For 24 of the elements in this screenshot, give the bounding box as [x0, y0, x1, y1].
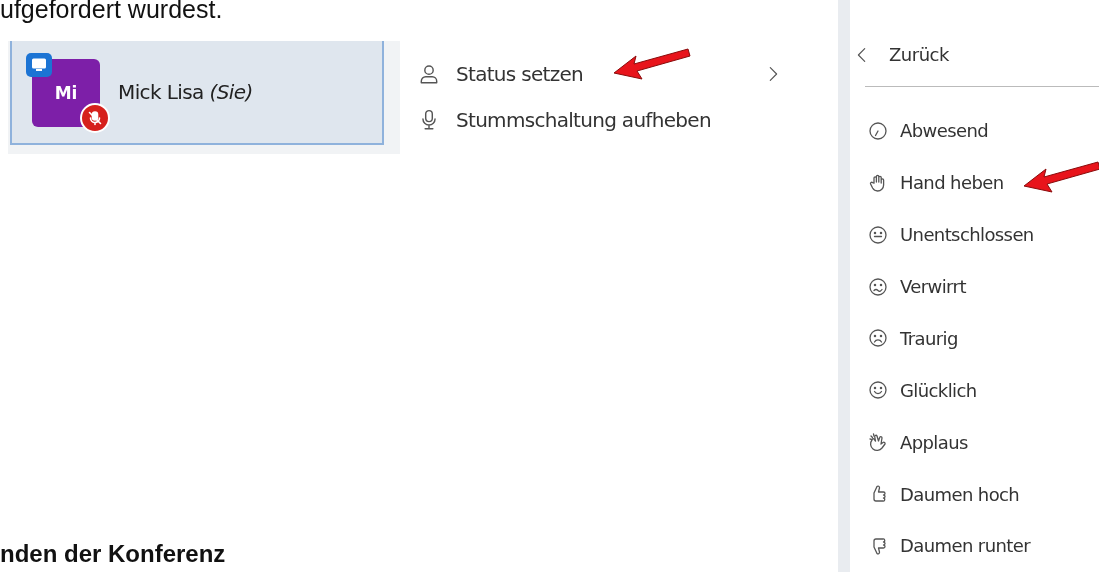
menu-item[interactable]: Hand heben [850, 156, 1099, 209]
menu-item[interactable]: Daumen runter [850, 520, 1099, 572]
menu-item[interactable]: Status setzen [418, 57, 800, 91]
menu-item[interactable]: Traurig [850, 312, 1099, 365]
menu-item[interactable]: Glücklich [850, 364, 1099, 417]
menu-item[interactable]: Stummschaltung aufheben [418, 103, 800, 137]
menu-item[interactable]: Verwirrt [850, 260, 1099, 313]
monitor-icon [26, 53, 52, 77]
neutral-face-icon [868, 224, 888, 245]
menu-item[interactable]: Daumen hoch [850, 468, 1099, 521]
menu-item[interactable]: Applaus [850, 416, 1099, 469]
back-button[interactable]: Zurück [850, 36, 1099, 74]
menu-item[interactable]: Abwesend [850, 104, 1099, 157]
happy-face-icon [868, 380, 888, 401]
participant-card[interactable]: Mi Mick Lisa (Sie) [10, 41, 384, 145]
clapping-hands-icon [868, 432, 888, 453]
section-heading: nden der Konferenz [0, 540, 227, 568]
clock-icon [868, 120, 888, 141]
confused-face-icon [868, 276, 888, 297]
person-icon [418, 63, 440, 85]
paragraph-text: ufgefordert wurdest. [0, 0, 224, 22]
participant-name: Mick Lisa (Sie) [118, 80, 253, 104]
sad-face-icon [868, 328, 888, 349]
menu-item[interactable]: Unentschlossen [850, 208, 1099, 261]
